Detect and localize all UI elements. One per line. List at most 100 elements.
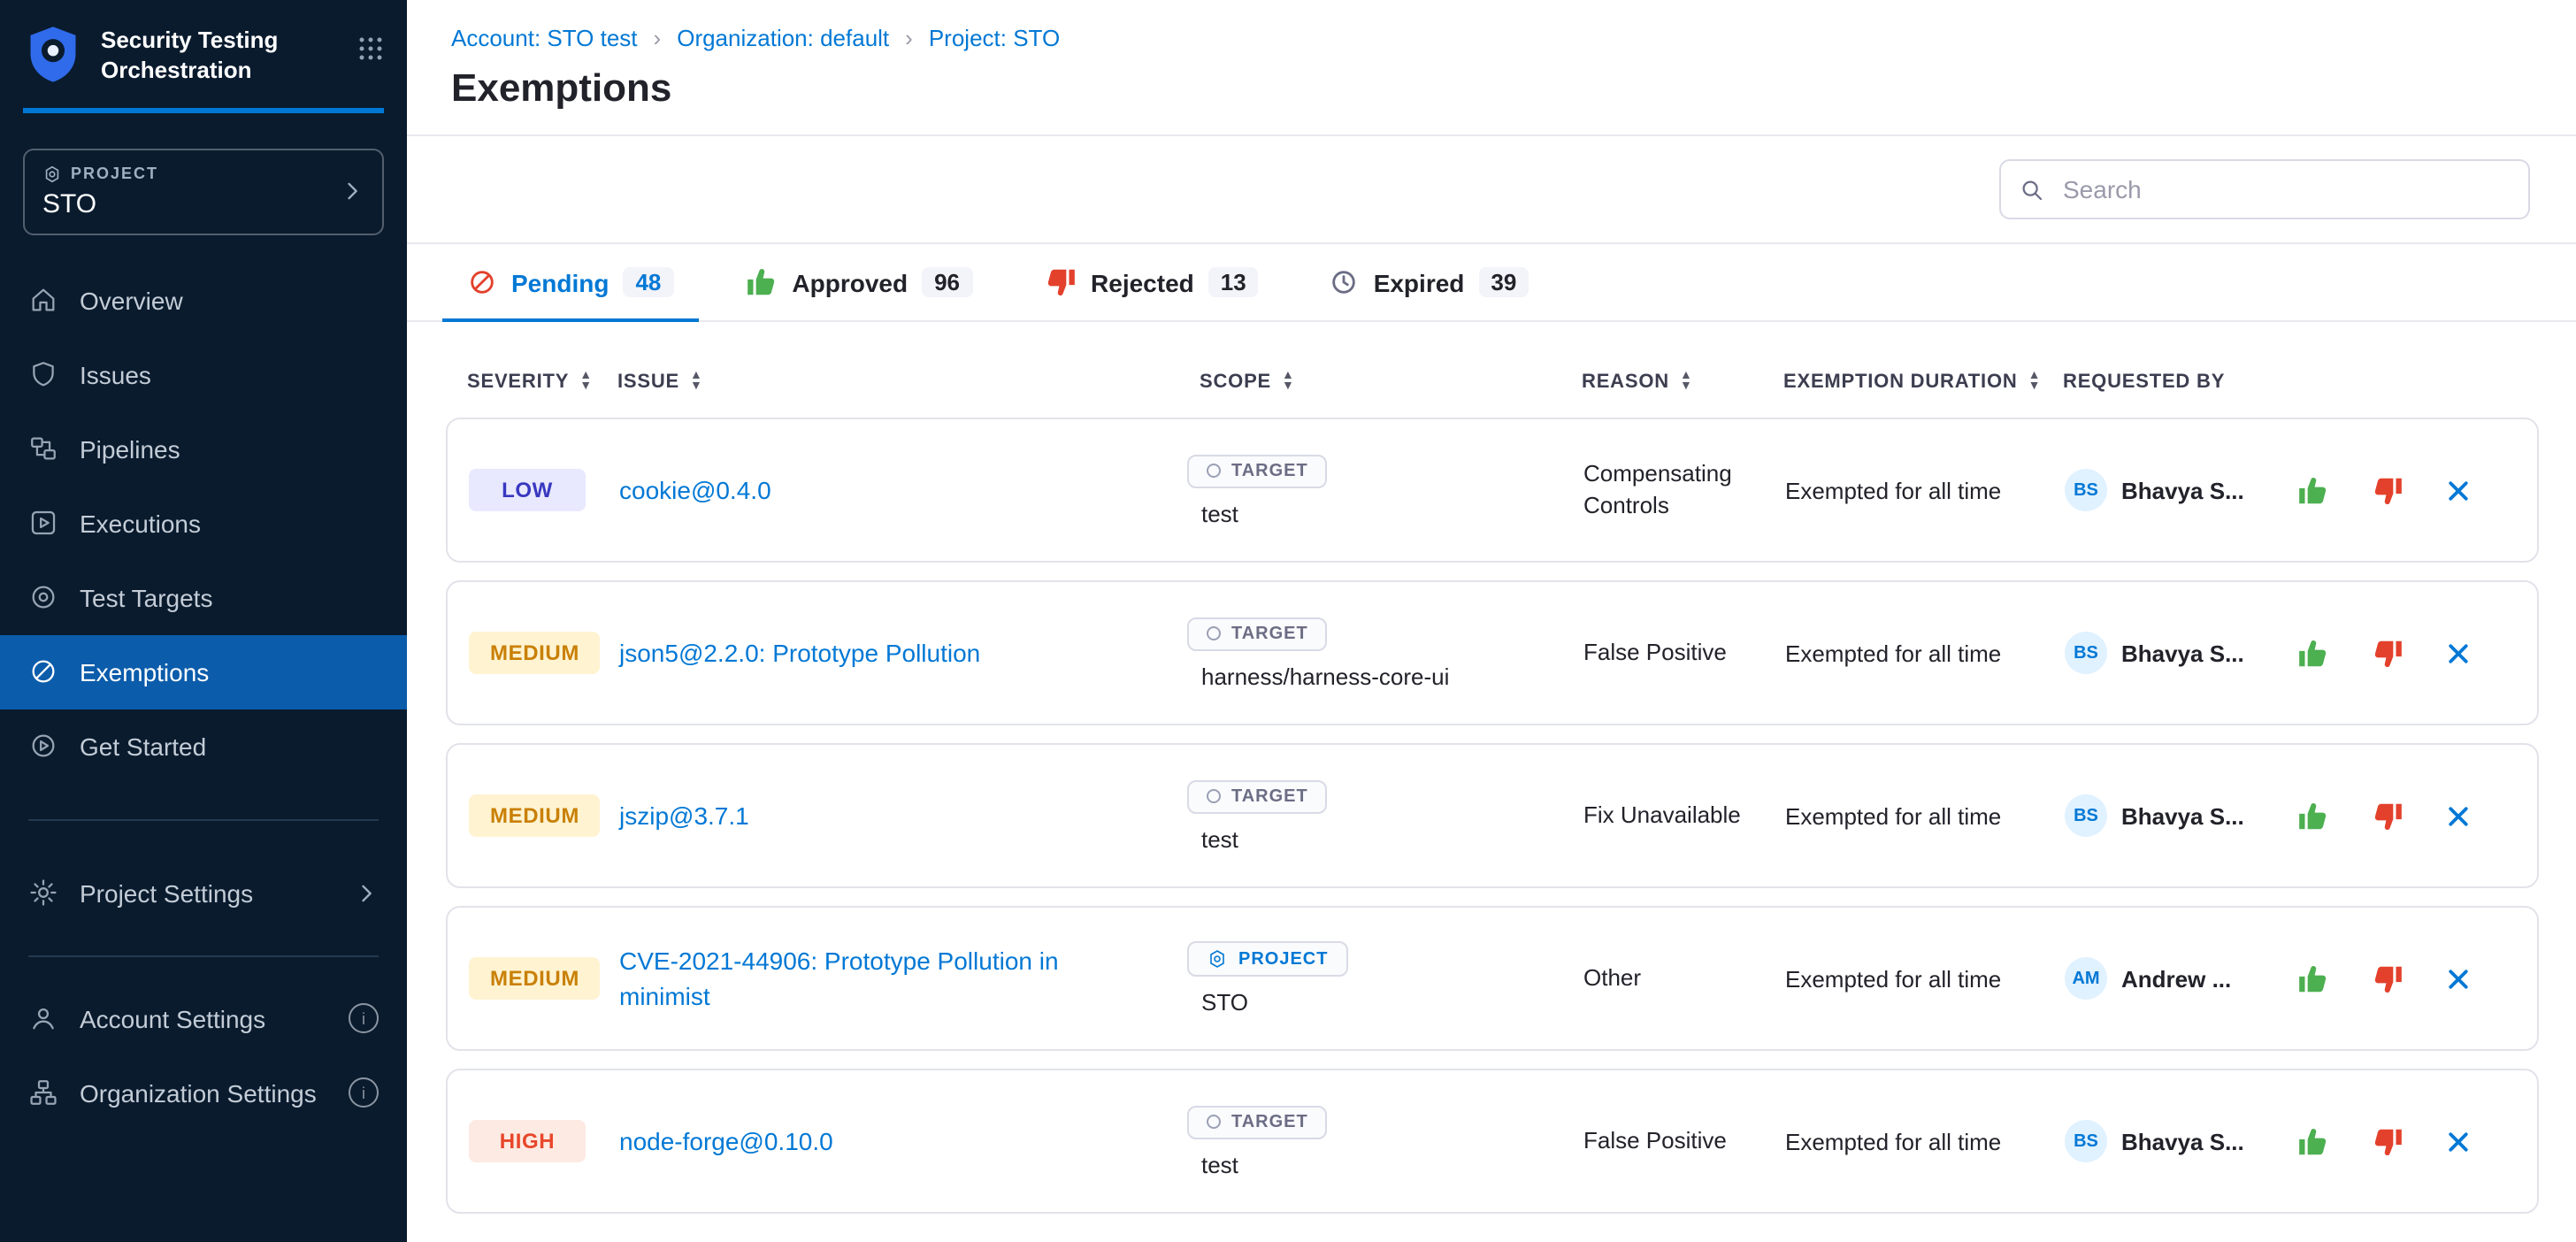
search-icon xyxy=(2019,176,2045,203)
thumbs-down-icon xyxy=(2371,799,2404,832)
gear-icon xyxy=(28,878,58,908)
reject-button[interactable] xyxy=(2371,1124,2404,1158)
sidebar-nav: Overview Issues Pipelines Executions Tes… xyxy=(0,264,407,784)
table-row: MEDIUM jszip@3.7.1 TARGET test Fix Unava… xyxy=(446,743,2539,888)
sidebar-item-test-targets[interactable]: Test Targets xyxy=(0,561,407,635)
approve-button[interactable] xyxy=(2296,962,2330,995)
column-header-reason[interactable]: REASON xyxy=(1582,372,1783,393)
get-started-icon xyxy=(28,732,58,762)
pending-exemption-icon xyxy=(467,267,497,297)
sidebar-item-executions[interactable]: Executions xyxy=(0,487,407,561)
sidebar-item-account-settings[interactable]: Account Settings xyxy=(0,982,407,1056)
app-switcher-icon[interactable] xyxy=(357,35,384,62)
search-box[interactable] xyxy=(1999,159,2530,219)
sort-icon[interactable] xyxy=(579,372,593,393)
issue-link[interactable]: json5@2.2.0: Prototype Pollution xyxy=(619,635,980,671)
issue-link[interactable]: cookie@0.4.0 xyxy=(619,472,771,509)
scope-type-label: TARGET xyxy=(1231,1112,1308,1131)
scope-name: test xyxy=(1201,500,1238,526)
tab-label: Expired xyxy=(1374,268,1465,296)
reject-button[interactable] xyxy=(2371,473,2404,507)
column-header-severity[interactable]: SEVERITY xyxy=(467,372,617,393)
dismiss-button[interactable] xyxy=(2445,965,2472,992)
approve-button[interactable] xyxy=(2296,799,2330,832)
search-input[interactable] xyxy=(2059,173,2511,205)
sidebar-item-issues[interactable]: Issues xyxy=(0,338,407,412)
exemption-duration: Exempted for all time xyxy=(1785,477,2065,503)
project-selector[interactable]: PROJECT STO xyxy=(23,149,384,235)
thumbs-up-icon xyxy=(2296,473,2330,507)
avatar: BS xyxy=(2065,469,2107,511)
close-icon xyxy=(2445,965,2472,992)
info-icon[interactable] xyxy=(349,1078,379,1108)
reason: Other xyxy=(1583,962,1785,993)
sort-icon[interactable] xyxy=(690,372,703,393)
tab-expired[interactable]: Expired 39 xyxy=(1330,244,1530,320)
sidebar-item-overview[interactable]: Overview xyxy=(0,264,407,338)
issue-link[interactable]: CVE-2021-44906: Prototype Pollution in m… xyxy=(619,942,1136,1014)
dismiss-button[interactable] xyxy=(2445,802,2472,829)
breadcrumb-account[interactable]: Account: STO test xyxy=(451,25,638,51)
issue-link[interactable]: jszip@3.7.1 xyxy=(619,798,749,834)
chevron-right-icon xyxy=(354,881,379,906)
dismiss-button[interactable] xyxy=(2445,640,2472,666)
tab-pending[interactable]: Pending 48 xyxy=(467,244,673,320)
sidebar-item-label: Get Started xyxy=(80,732,206,761)
tab-count-badge: 39 xyxy=(1478,267,1529,297)
dismiss-button[interactable] xyxy=(2445,1128,2472,1154)
sidebar-item-get-started[interactable]: Get Started xyxy=(0,709,407,784)
column-header-requested-by[interactable]: REQUESTED BY xyxy=(2063,372,2295,393)
thumbs-down-icon xyxy=(2371,473,2404,507)
reject-button[interactable] xyxy=(2371,636,2404,670)
column-label: EXEMPTION DURATION xyxy=(1783,372,2018,393)
target-icon xyxy=(1207,789,1221,803)
breadcrumb-project[interactable]: Project: STO xyxy=(929,25,1060,51)
info-icon[interactable] xyxy=(349,1004,379,1034)
reject-button[interactable] xyxy=(2371,962,2404,995)
severity-badge: MEDIUM xyxy=(469,632,601,674)
sidebar-item-pipelines[interactable]: Pipelines xyxy=(0,412,407,487)
scope-name: STO xyxy=(1201,989,1248,1016)
scope-name: test xyxy=(1201,825,1238,852)
sidebar-accent-bar xyxy=(23,108,384,113)
breadcrumb-separator xyxy=(654,25,662,51)
sort-icon[interactable] xyxy=(2028,372,2042,393)
thumbs-up-icon xyxy=(2296,636,2330,670)
tab-approved[interactable]: Approved 96 xyxy=(744,244,972,320)
column-label: REQUESTED BY xyxy=(2063,372,2225,393)
requester-name: Andrew ... xyxy=(2121,965,2231,992)
avatar: BS xyxy=(2065,632,2107,674)
dismiss-button[interactable] xyxy=(2445,477,2472,503)
project-name: STO xyxy=(42,189,158,219)
sidebar-item-project-settings[interactable]: Project Settings xyxy=(0,856,407,931)
approve-button[interactable] xyxy=(2296,473,2330,507)
table-row: MEDIUM json5@2.2.0: Prototype Pollution … xyxy=(446,580,2539,725)
column-header-exemption-duration[interactable]: EXEMPTION DURATION xyxy=(1783,372,2063,393)
sidebar-item-exemptions[interactable]: Exemptions xyxy=(0,635,407,709)
reject-button[interactable] xyxy=(2371,799,2404,832)
clock-icon xyxy=(1330,267,1360,297)
breadcrumb-organization[interactable]: Organization: default xyxy=(677,25,889,51)
tab-rejected[interactable]: Rejected 13 xyxy=(1043,244,1259,320)
approve-button[interactable] xyxy=(2296,636,2330,670)
sidebar-item-label: Overview xyxy=(80,287,183,315)
table-row: HIGH node-forge@0.10.0 TARGET test False… xyxy=(446,1069,2539,1214)
column-header-issue[interactable]: ISSUE xyxy=(617,372,1185,393)
issue-link[interactable]: node-forge@0.10.0 xyxy=(619,1123,833,1160)
scope-type-badge: TARGET xyxy=(1187,617,1328,650)
target-icon xyxy=(1207,464,1221,478)
main-content: Account: STO test Organization: default … xyxy=(407,0,2576,1242)
scope-type-label: TARGET xyxy=(1231,786,1308,806)
approve-button[interactable] xyxy=(2296,1124,2330,1158)
column-header-scope[interactable]: SCOPE xyxy=(1185,372,1582,393)
reason: Fix Unavailable xyxy=(1583,800,1785,831)
avatar: AM xyxy=(2065,957,2107,1000)
target-icon xyxy=(28,583,58,613)
thumbs-up-icon xyxy=(2296,962,2330,995)
scope-type-badge: TARGET xyxy=(1187,454,1328,487)
sidebar-item-organization-settings[interactable]: Organization Settings xyxy=(0,1056,407,1131)
target-icon xyxy=(1207,626,1221,640)
sort-icon[interactable] xyxy=(1282,372,1295,393)
sort-icon[interactable] xyxy=(1680,372,1693,393)
scope-type-badge: TARGET xyxy=(1187,779,1328,813)
